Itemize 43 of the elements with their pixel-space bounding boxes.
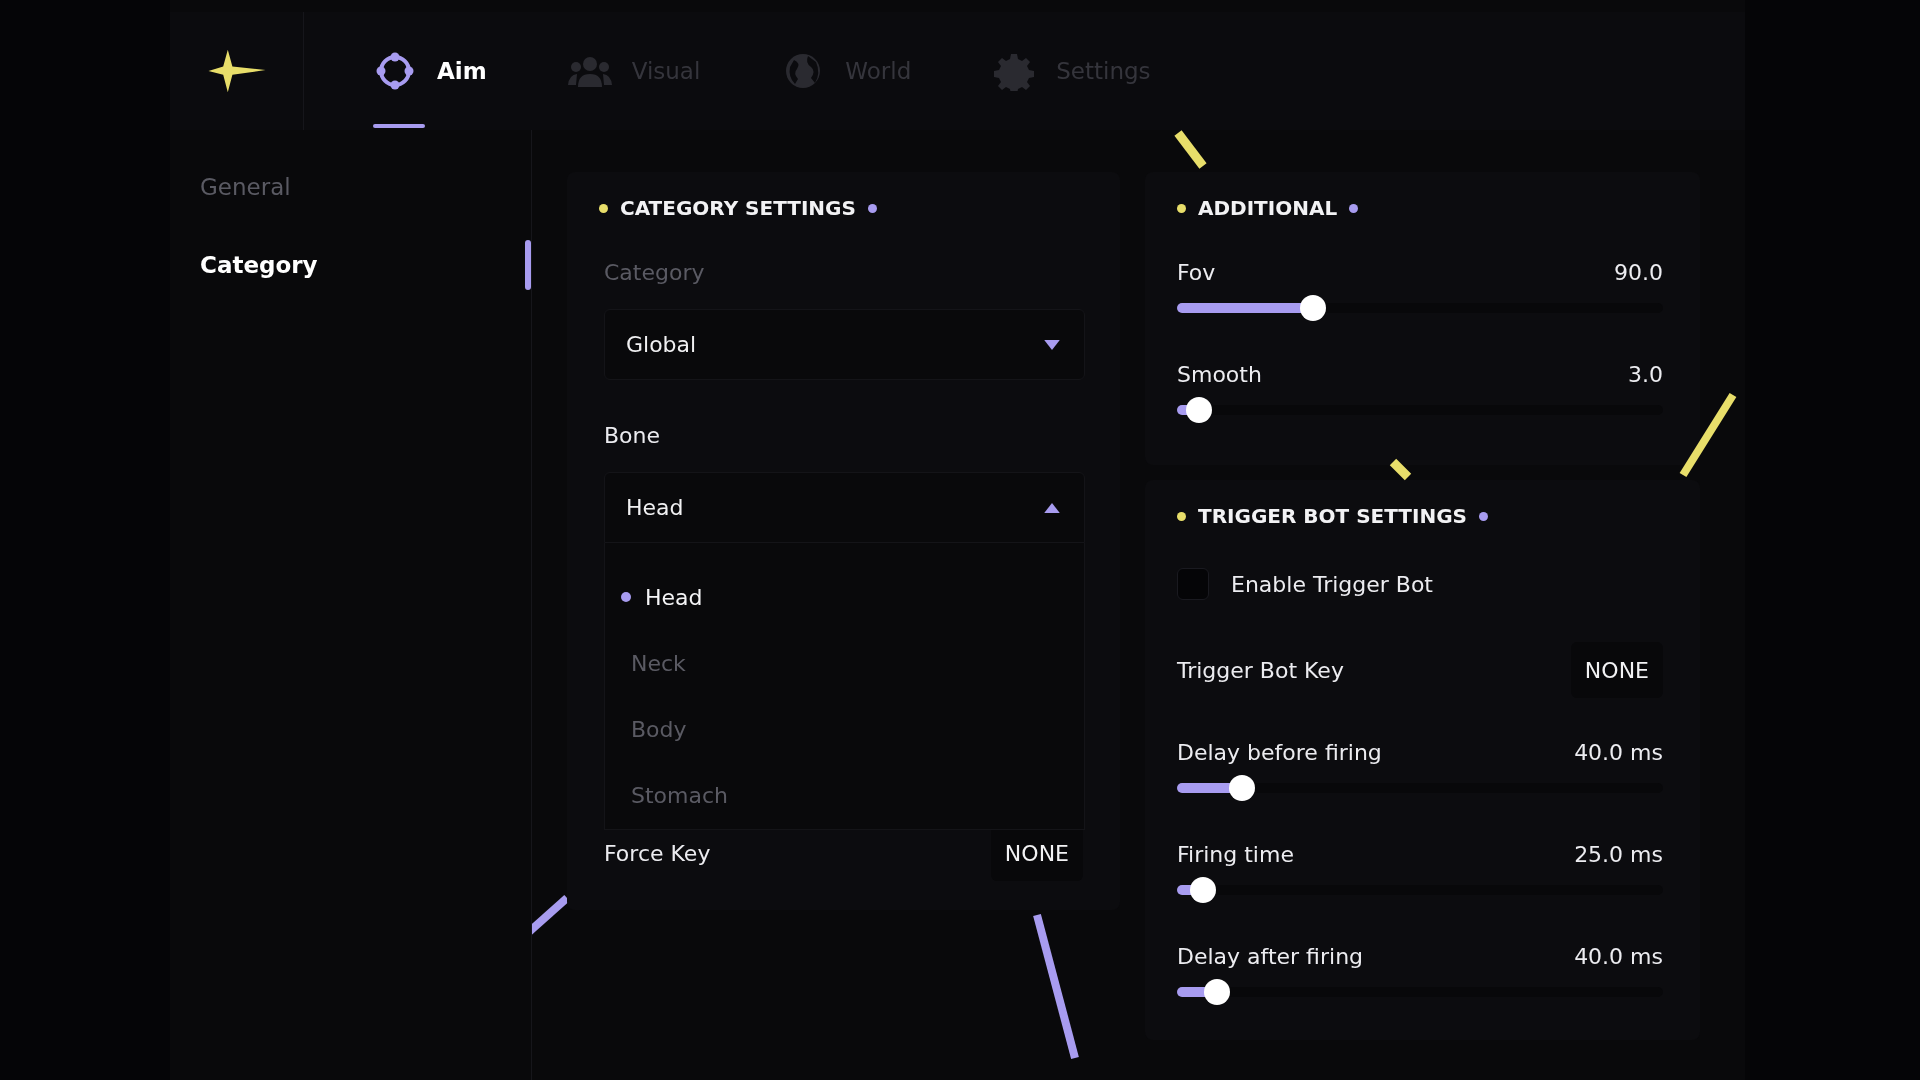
- slider-value: 25.0 ms: [1574, 842, 1663, 867]
- slider-label: Smooth: [1177, 362, 1262, 387]
- slider-track[interactable]: [1177, 775, 1663, 801]
- bullet-dot: [1479, 511, 1488, 521]
- bullet-dot: [1349, 203, 1359, 213]
- slider-fill[interactable]: [1177, 775, 1256, 801]
- slider-fill[interactable]: [1177, 295, 1327, 321]
- section-title: TRIGGER BOT SETTINGS: [1198, 504, 1467, 528]
- slider-value: 40.0 ms: [1574, 944, 1663, 969]
- dropdown[interactable]: Head: [604, 472, 1085, 543]
- slider-label: Fov: [1177, 260, 1216, 285]
- slider-track[interactable]: [1177, 397, 1663, 423]
- slider-track[interactable]: [1177, 979, 1663, 1005]
- checkbox[interactable]: [1177, 568, 1209, 600]
- accent-stripe: [1174, 130, 1207, 169]
- nav-tab[interactable]: Aim: [361, 12, 501, 130]
- slider-value: 40.0 ms: [1574, 740, 1663, 765]
- section-title: CATEGORY SETTINGS: [620, 196, 856, 220]
- slider-fill[interactable]: [1177, 979, 1231, 1005]
- bullet-dot: [1177, 511, 1186, 521]
- bullet-dot: [1177, 203, 1186, 213]
- bullet-dot: [599, 203, 608, 213]
- slider-value: 3.0: [1628, 362, 1663, 387]
- field-label: Bone: [604, 423, 662, 448]
- accent-stripe: [1389, 458, 1412, 481]
- key-label: Trigger Bot Key: [1177, 657, 1344, 683]
- section-title: ADDITIONAL: [1198, 196, 1338, 220]
- bullet-dot: [867, 203, 877, 213]
- slider-label: Delay before firing: [1177, 740, 1382, 765]
- slider-fill[interactable]: [1177, 877, 1216, 903]
- slider-track[interactable]: [1177, 877, 1663, 903]
- slider-value: 90.0: [1614, 260, 1663, 285]
- field-label: Category: [604, 260, 706, 285]
- keybind-button[interactable]: NONE: [1570, 642, 1663, 698]
- dropdown-option[interactable]: Head: [605, 582, 1084, 612]
- slider-label: Firing time: [1177, 842, 1294, 867]
- slider-track[interactable]: [1177, 295, 1663, 321]
- checkbox-label: Enable Trigger Bot: [1231, 571, 1433, 597]
- key-label: Force Key: [604, 840, 711, 866]
- gear-icon: [992, 51, 1037, 91]
- selected-dot: [621, 592, 631, 602]
- slider-label: Delay after firing: [1177, 944, 1364, 969]
- slider-fill[interactable]: [1177, 397, 1212, 423]
